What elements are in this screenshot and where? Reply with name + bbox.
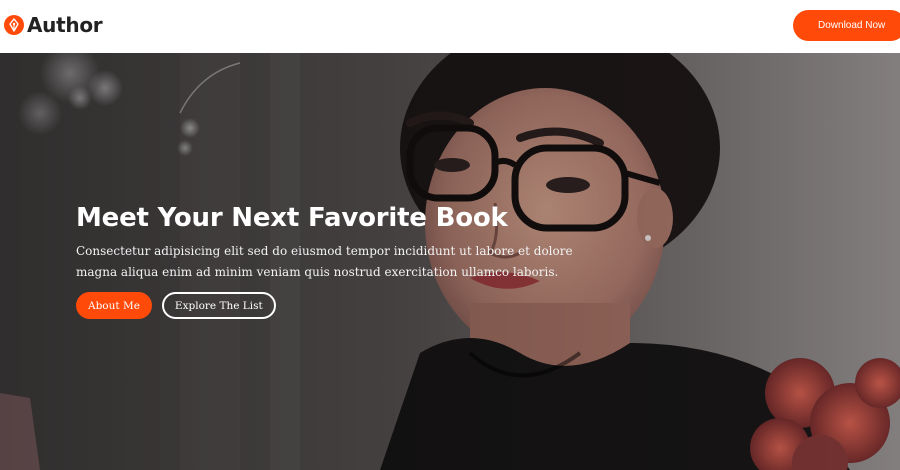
- logo-text: Author: [27, 13, 103, 37]
- pen-nib-icon: [4, 15, 24, 35]
- explore-list-button[interactable]: Explore The List: [161, 292, 276, 319]
- download-button[interactable]: Download Now: [793, 10, 900, 41]
- site-header: Author Download Now: [0, 0, 900, 53]
- about-me-button[interactable]: About Me: [76, 292, 152, 319]
- hero-subtitle-line-2: magna aliqua enim ad minim veniam quis n…: [76, 265, 559, 279]
- hero-section: Meet Your Next Favorite Book Consectetur…: [0, 53, 900, 470]
- hero-subtitle-line-1: Consectetur adipisicing elit sed do eius…: [76, 244, 573, 258]
- hero-content: Meet Your Next Favorite Book Consectetur…: [76, 203, 636, 319]
- hero-title: Meet Your Next Favorite Book: [76, 203, 508, 233]
- logo[interactable]: Author: [4, 13, 103, 37]
- hero-buttons: About Me Explore The List: [76, 292, 276, 319]
- hero-subtitle: Consectetur adipisicing elit sed do eius…: [76, 241, 636, 283]
